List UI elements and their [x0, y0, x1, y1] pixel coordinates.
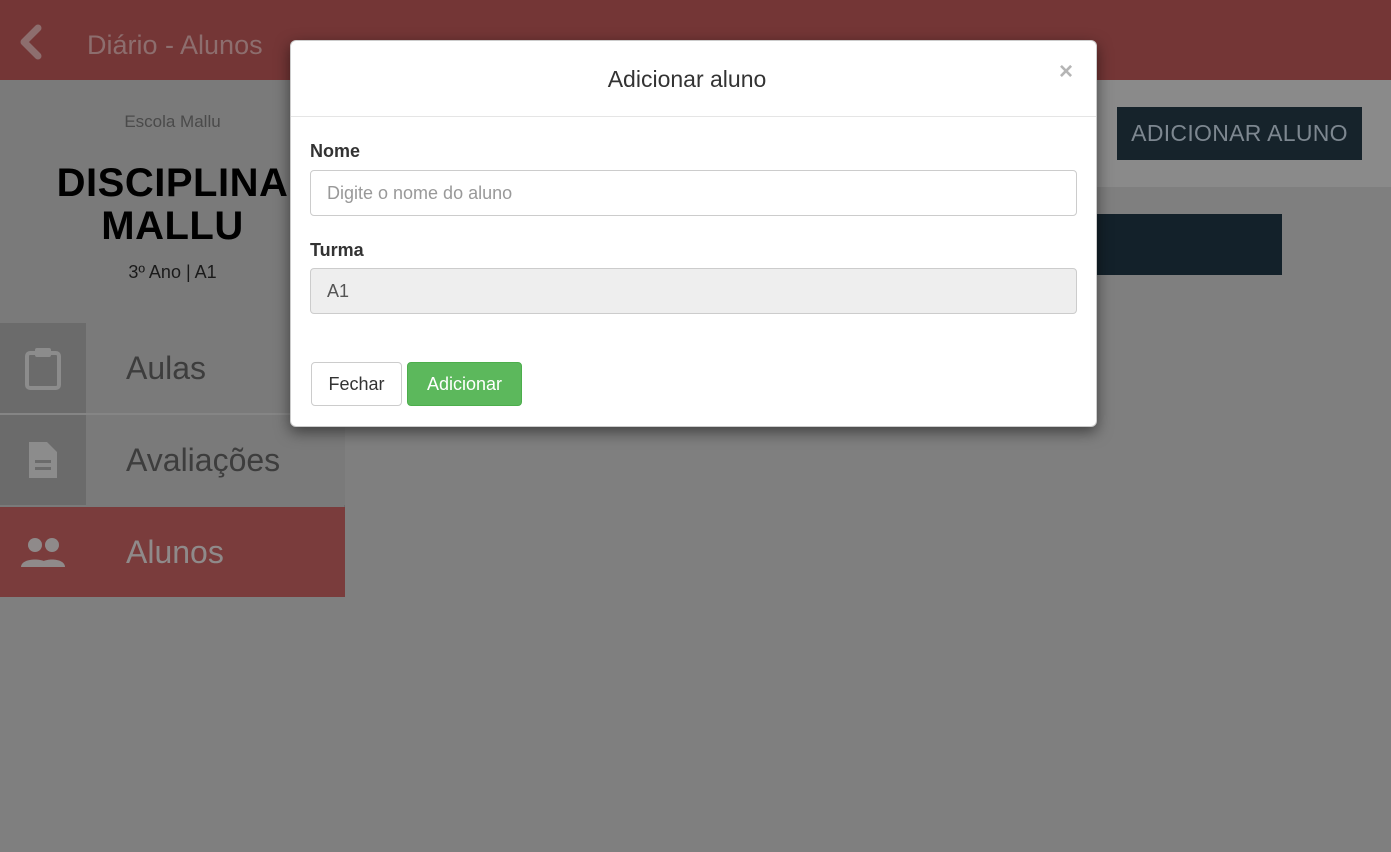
back-button[interactable]	[14, 24, 50, 60]
nav-icon-box	[0, 415, 86, 505]
chevron-left-icon	[20, 24, 42, 60]
sidebar-item-alunos[interactable]: Alunos	[0, 507, 345, 597]
sidebar-item-avaliacoes[interactable]: Avaliações	[0, 415, 345, 505]
page-title: Diário - Alunos	[87, 30, 263, 60]
close-button[interactable]: Fechar	[311, 362, 402, 406]
nav-icon-box	[0, 507, 86, 597]
name-label: Nome	[310, 141, 361, 161]
people-icon	[21, 538, 65, 567]
modal-header: Adicionar aluno ×	[291, 41, 1096, 117]
clipboard-icon	[25, 348, 61, 390]
class-field: A1	[310, 268, 1077, 314]
class-label: Turma	[310, 240, 364, 260]
add-student-button[interactable]: ADICIONAR ALUNO	[1117, 107, 1362, 160]
document-icon	[29, 442, 57, 478]
close-icon[interactable]: ×	[1059, 60, 1073, 84]
sidebar-item-label: Aulas	[126, 350, 207, 386]
sidebar-item-label: Alunos	[126, 534, 224, 570]
sidebar-item-label: Avaliações	[126, 442, 281, 478]
add-student-modal: Adicionar aluno × Nome Turma A1 Fechar A…	[290, 40, 1097, 427]
add-button[interactable]: Adicionar	[407, 362, 522, 406]
name-input[interactable]	[310, 170, 1077, 216]
modal-title: Adicionar aluno	[607, 66, 767, 92]
nav-icon-box	[0, 323, 86, 413]
